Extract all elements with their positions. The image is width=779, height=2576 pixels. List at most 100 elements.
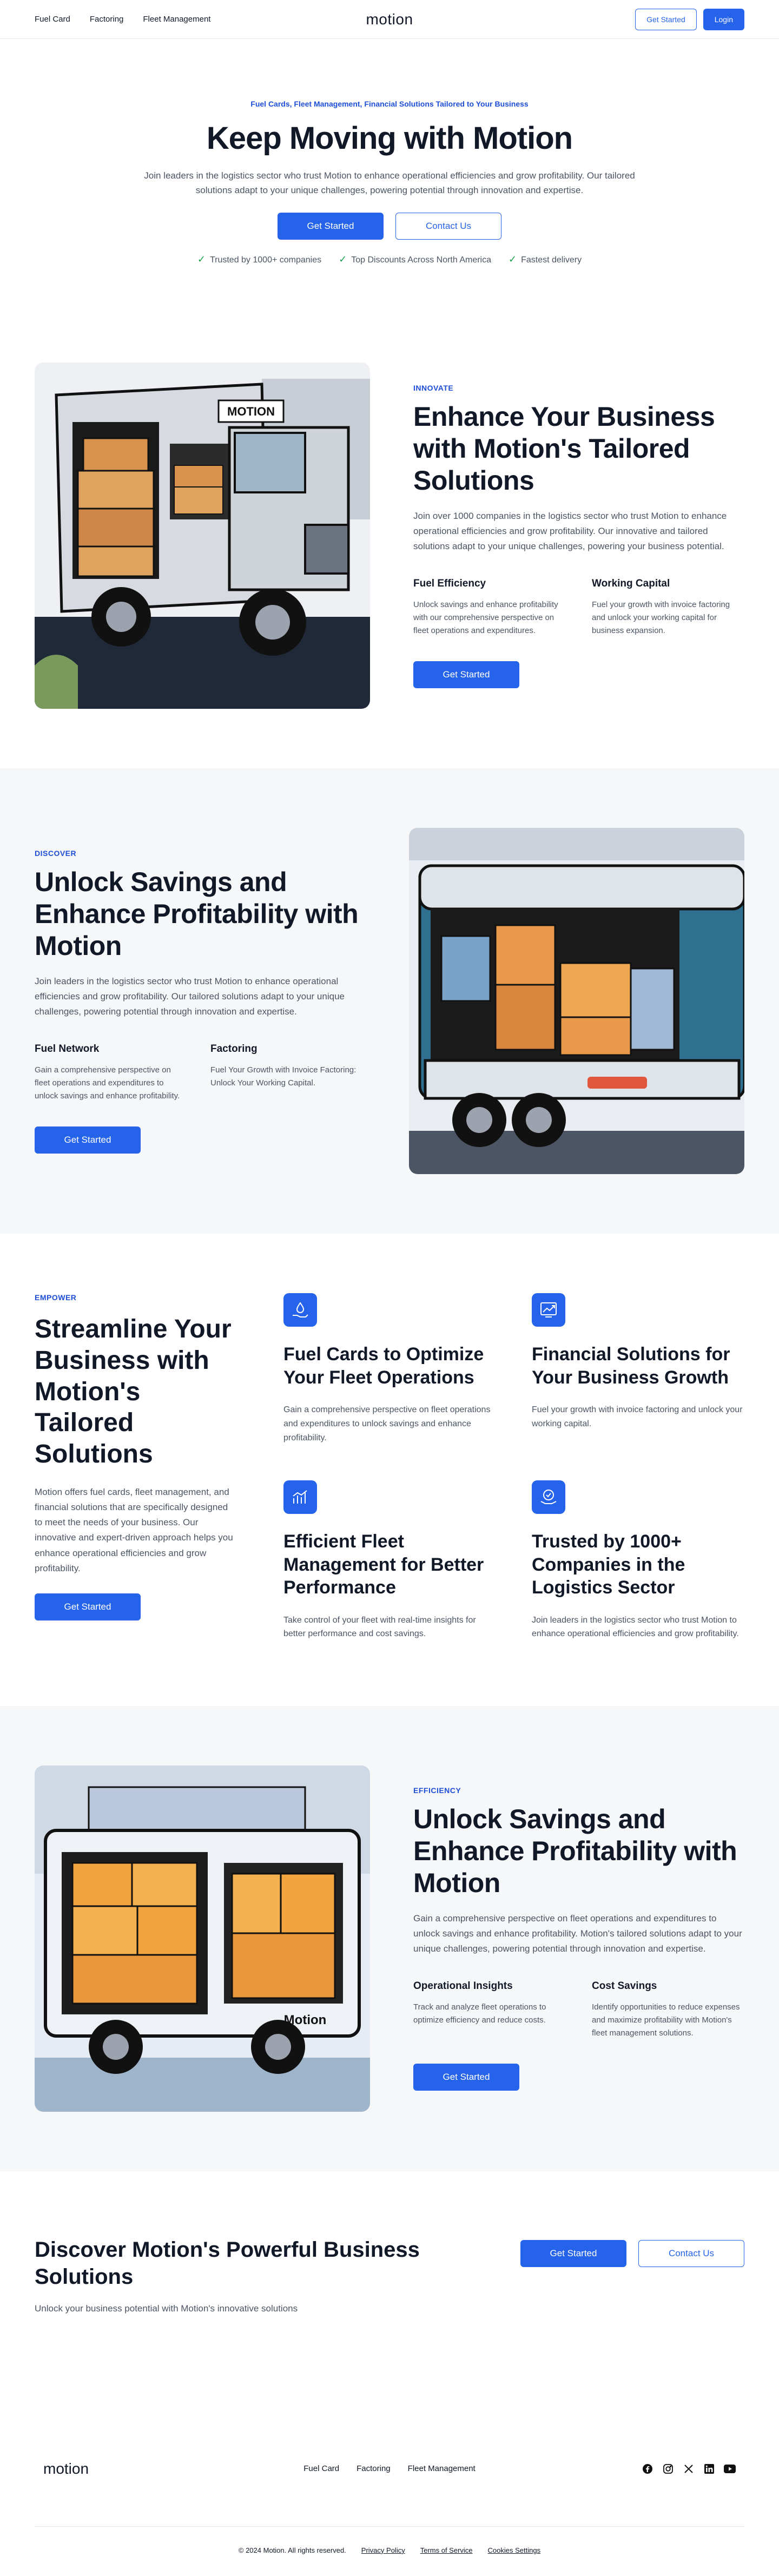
discover-features: Fuel Network Gain a comprehensive perspe… — [35, 1043, 360, 1103]
innovate-section: MOTION INNOVATE Enhance Your Business wi… — [0, 335, 779, 768]
cta-text: Discover Motion's Powerful Business Solu… — [35, 2236, 446, 2314]
social-links — [642, 2463, 736, 2475]
feature-title: Fuel Network — [35, 1043, 100, 1055]
truck-label-1: MOTION — [227, 405, 275, 418]
youtube-icon[interactable] — [724, 2463, 736, 2475]
feature-factoring: Factoring Fuel Your Growth with Invoice … — [210, 1043, 360, 1103]
card-desc: Join leaders in the logistics sector who… — [532, 1615, 739, 1639]
check-icon: ✓ — [197, 254, 206, 265]
empower-eyebrow: EMPOWER — [35, 1293, 77, 1302]
discover-get-started-button[interactable]: Get Started — [35, 1126, 141, 1154]
check-item: ✓ Top Discounts Across North America — [339, 254, 491, 265]
nav-link-fuel-card[interactable]: Fuel Card — [35, 15, 70, 24]
footer-logo[interactable]: motion — [43, 2460, 89, 2478]
cta-title: Discover Motion's Powerful Business Solu… — [35, 2237, 420, 2289]
fuel-hand-icon — [283, 1293, 317, 1327]
empower-get-started-button[interactable]: Get Started — [35, 1593, 141, 1620]
login-button[interactable]: Login — [703, 8, 744, 30]
empower-title: Streamline Your Business with Motion's T… — [35, 1315, 232, 1468]
hero-buttons: Get Started Contact Us — [0, 213, 779, 240]
footer-bottom: © 2024 Motion. All rights reserved. Priv… — [35, 2527, 744, 2576]
feature-title: Cost Savings — [592, 1980, 657, 1992]
footer-links: Fuel Card Factoring Fleet Management — [303, 2464, 475, 2473]
privacy-policy-link[interactable]: Privacy Policy — [361, 2546, 405, 2554]
hero-section: Fuel Cards, Fleet Management, Financial … — [0, 39, 779, 335]
hero-checks: ✓ Trusted by 1000+ companies ✓ Top Discoun… — [0, 254, 779, 265]
efficiency-eyebrow: EFFICIENCY — [413, 1786, 461, 1795]
feature-title: Factoring — [210, 1043, 258, 1055]
efficiency-features: Operational Insights Track and analyze f… — [413, 1980, 744, 2040]
nav-get-started-button[interactable]: Get Started — [635, 8, 697, 30]
feature-operational-insights: Operational Insights Track and analyze f… — [413, 1980, 566, 2040]
feature-working-capital: Working Capital Fuel your growth with in… — [592, 578, 744, 637]
check-item: ✓ Trusted by 1000+ companies — [197, 254, 321, 265]
card-title: Financial Solutions for Your Business Gr… — [532, 1344, 730, 1388]
innovate-eyebrow: INNOVATE — [413, 383, 454, 392]
cookies-settings-link[interactable]: Cookies Settings — [488, 2546, 541, 2554]
card-desc: Fuel your growth with invoice factoring … — [532, 1405, 743, 1428]
instagram-icon[interactable] — [662, 2463, 674, 2475]
empower-card: Efficient Fleet Management for Better Pe… — [283, 1480, 496, 1641]
hero-eyebrow: Fuel Cards, Fleet Management, Financial … — [250, 100, 529, 108]
x-icon[interactable] — [683, 2463, 695, 2475]
efficiency-section: Motion EFFICIENCY Unlock Savings and Enh… — [0, 1705, 779, 2171]
feature-title: Fuel Efficiency — [413, 577, 486, 589]
hero-subtitle: Join leaders in the logistics sector who… — [144, 170, 635, 196]
feature-fuel-efficiency: Fuel Efficiency Unlock savings and enhan… — [413, 578, 566, 637]
nav-link-factoring[interactable]: Factoring — [90, 15, 124, 24]
check-label: Trusted by 1000+ companies — [209, 255, 322, 265]
card-title: Efficient Fleet Management for Better Pe… — [283, 1531, 484, 1598]
terms-link[interactable]: Terms of Service — [420, 2546, 473, 2554]
empower-card: Trusted by 1000+ Companies in the Logist… — [532, 1480, 744, 1641]
feature-desc: Track and analyze fleet operations to op… — [413, 2002, 546, 2025]
empower-card: Fuel Cards to Optimize Your Fleet Operat… — [283, 1293, 496, 1445]
handshake-icon — [532, 1480, 565, 1514]
copyright: © 2024 Motion. All rights reserved. — [238, 2546, 346, 2554]
discover-eyebrow: DISCOVER — [35, 848, 77, 858]
truck-illustration-3: Motion — [35, 1765, 370, 2112]
card-desc: Gain a comprehensive perspective on flee… — [283, 1405, 491, 1442]
feature-cost-savings: Cost Savings Identify opportunities to r… — [592, 1980, 744, 2040]
nav-link-fleet-management[interactable]: Fleet Management — [143, 15, 210, 24]
check-item: ✓ Fastest delivery — [509, 254, 582, 265]
nav-links: Fuel Card Factoring Fleet Management — [35, 15, 210, 24]
empower-desc: Motion offers fuel cards, fleet manageme… — [35, 1487, 233, 1573]
efficiency-get-started-button[interactable]: Get Started — [413, 2064, 519, 2091]
discover-desc: Join leaders in the logistics sector who… — [35, 976, 345, 1017]
check-label: Fastest delivery — [521, 255, 582, 265]
top-nav: Fuel Card Factoring Fleet Management mot… — [0, 0, 779, 39]
empower-card: Financial Solutions for Your Business Gr… — [532, 1293, 744, 1445]
empower-cards: Fuel Cards to Optimize Your Fleet Operat… — [283, 1293, 744, 1641]
cta-get-started-button[interactable]: Get Started — [520, 2239, 626, 2267]
discover-title: Unlock Savings and Enhance Profitability… — [35, 866, 359, 961]
cta-buttons: Get Started Contact Us — [520, 2239, 744, 2267]
innovate-features: Fuel Efficiency Unlock savings and enhan… — [413, 578, 744, 637]
footer-link-fleet-management[interactable]: Fleet Management — [408, 2464, 476, 2473]
card-title: Trusted by 1000+ Companies in the Logist… — [532, 1531, 685, 1598]
hero-contact-button[interactable]: Contact Us — [395, 213, 501, 240]
linkedin-icon[interactable] — [703, 2463, 715, 2475]
truck-illustration-1: MOTION — [35, 363, 370, 709]
check-icon: ✓ — [509, 254, 517, 265]
feature-title: Operational Insights — [413, 1980, 513, 1992]
feature-title: Working Capital — [592, 577, 670, 589]
innovate-get-started-button[interactable]: Get Started — [413, 661, 519, 688]
card-title: Fuel Cards to Optimize Your Fleet Operat… — [283, 1344, 484, 1388]
check-icon: ✓ — [339, 254, 347, 265]
hero-title: Keep Moving with Motion — [206, 121, 573, 156]
footer-link-fuel-card[interactable]: Fuel Card — [303, 2464, 339, 2473]
footer-link-factoring[interactable]: Factoring — [357, 2464, 391, 2473]
feature-desc: Unlock savings and enhance profitability… — [413, 599, 558, 635]
efficiency-desc: Gain a comprehensive perspective on flee… — [413, 1913, 742, 1954]
facebook-icon[interactable] — [642, 2463, 653, 2475]
card-desc: Take control of your fleet with real-tim… — [283, 1615, 476, 1639]
logo[interactable]: motion — [366, 11, 413, 28]
hero-get-started-button[interactable]: Get Started — [278, 213, 384, 240]
efficiency-content: EFFICIENCY Unlock Savings and Enhance Pr… — [413, 1786, 744, 2091]
cta-contact-button[interactable]: Contact Us — [638, 2239, 744, 2267]
innovate-content: INNOVATE Enhance Your Business with Moti… — [413, 384, 744, 688]
nav-actions: Get Started Login — [635, 8, 744, 30]
cta-subtitle: Unlock your business potential with Moti… — [35, 2303, 298, 2314]
cta-section: Discover Motion's Powerful Business Solu… — [0, 2171, 779, 2444]
feature-desc: Identify opportunities to reduce expense… — [592, 2002, 740, 2038]
